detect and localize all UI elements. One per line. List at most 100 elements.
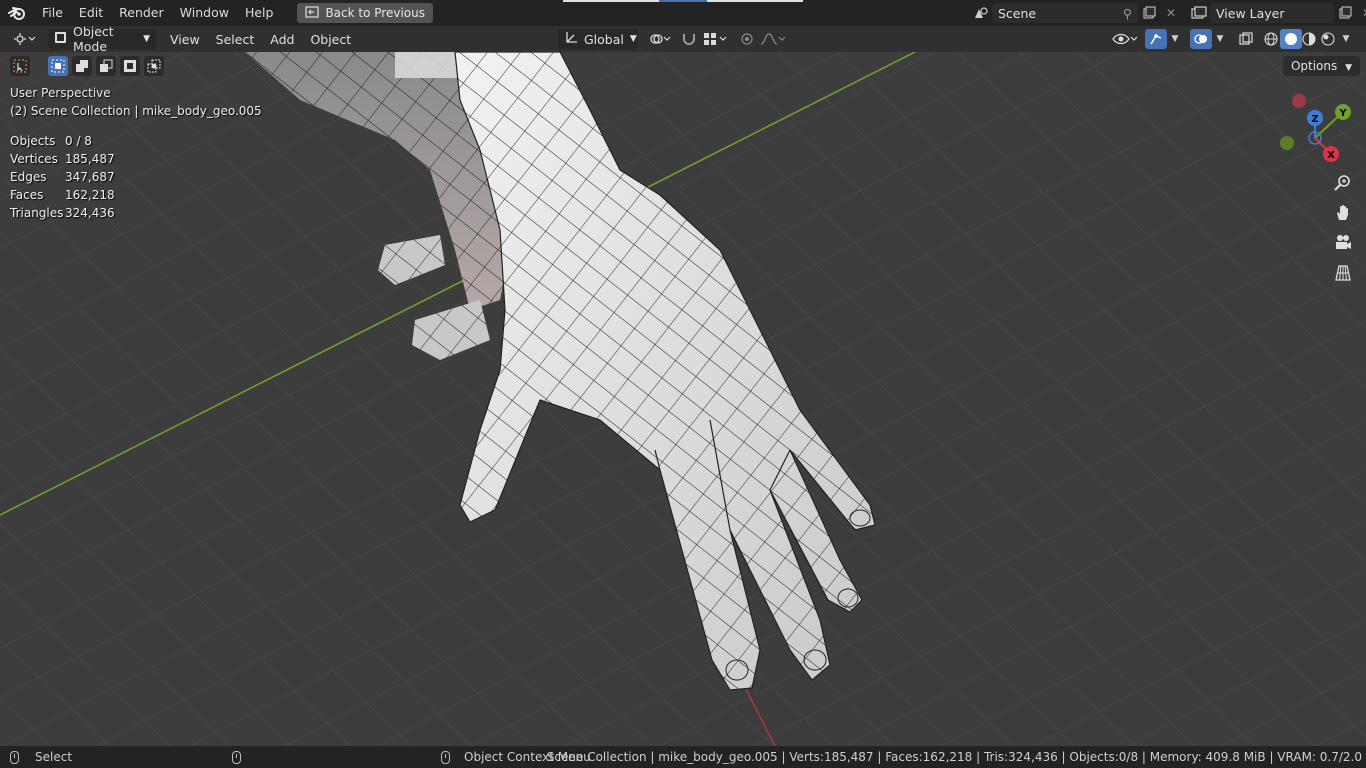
transform-orientation-dropdown[interactable]: Global ▼ — [558, 29, 638, 49]
chevron-down-icon[interactable]: ▼ — [1167, 29, 1183, 49]
stat-row: Vertices 185,487 — [10, 150, 115, 168]
stat-label: Objects — [10, 134, 56, 148]
status-middle-mouse — [232, 750, 242, 764]
stat-value: 347,687 — [65, 170, 115, 184]
snap-toggle-icon[interactable] — [678, 29, 700, 49]
mouse-right-icon — [441, 750, 451, 764]
menu-edit[interactable]: Edit — [71, 0, 111, 26]
perspective-toggle-icon[interactable] — [1330, 260, 1356, 286]
viewport-header: Object Mode ▼ View Select Add Object Glo… — [0, 24, 1366, 54]
status-bar: Select Object Context Menu Scene Collect… — [0, 746, 1366, 768]
neg-x-handle — [1292, 94, 1306, 108]
3d-viewport[interactable]: Options ▼ User Perspective (2) Scene Col… — [0, 52, 1366, 746]
snap-target-icon[interactable] — [700, 29, 730, 49]
rendered-shading-icon[interactable] — [1317, 29, 1339, 49]
scene-selector: Scene ⚲ ✕ View Layer ✕ — [970, 3, 1366, 23]
navigation-gizmo[interactable]: Z Y X — [1276, 90, 1356, 170]
options-label: Options — [1290, 59, 1338, 73]
object-mode-icon — [54, 31, 67, 47]
editor-type-icon[interactable] — [10, 29, 40, 49]
viewport-scene — [0, 52, 1366, 746]
view-layer-icon[interactable] — [1188, 3, 1210, 23]
scene-icon[interactable] — [970, 3, 992, 23]
gizmo-z-label: Z — [1311, 114, 1318, 125]
new-view-layer-icon[interactable] — [1334, 3, 1356, 23]
menu-file[interactable]: File — [34, 0, 71, 26]
stat-label: Edges — [10, 170, 47, 184]
menu-window[interactable]: Window — [172, 0, 237, 26]
select-tool-icon[interactable] — [10, 56, 30, 76]
chevron-down-icon: ▼ — [1345, 63, 1352, 73]
select-tool-row — [10, 56, 164, 76]
menu-render[interactable]: Render — [111, 0, 172, 26]
pivot-point-icon[interactable] — [646, 29, 674, 49]
header-menu-add[interactable]: Add — [262, 32, 302, 47]
scene-name-field[interactable]: Scene ⚲ — [992, 3, 1138, 23]
proportional-edit-icon[interactable] — [736, 29, 758, 49]
select-intersect-icon[interactable] — [144, 56, 164, 76]
camera-view-icon[interactable] — [1330, 230, 1356, 256]
stat-label: Vertices — [10, 152, 58, 166]
menu-help[interactable]: Help — [237, 0, 282, 26]
back-to-previous-button[interactable]: Back to Previous — [297, 3, 433, 23]
top-menu-bar: File Edit Render Window Help Back to Pre… — [0, 0, 1366, 26]
chevron-down-icon[interactable]: ▼ — [1212, 29, 1228, 49]
overlays-toggle-icon[interactable] — [1190, 29, 1212, 49]
mouse-left-icon — [10, 750, 19, 764]
gizmo-toggle-icon[interactable] — [1145, 29, 1167, 49]
back-to-previous-label: Back to Previous — [325, 6, 425, 20]
stat-label: Triangles — [10, 206, 64, 220]
delete-view-layer-icon[interactable]: ✕ — [1356, 3, 1366, 23]
header-menu-view[interactable]: View — [162, 32, 208, 47]
blender-logo-icon[interactable] — [0, 0, 34, 26]
viewport-collection-label: (2) Scene Collection | mike_body_geo.005 — [10, 104, 262, 118]
chevron-down-icon: ▼ — [629, 34, 637, 44]
chevron-down-icon[interactable]: ▼ — [1338, 29, 1354, 49]
scene-statistics: Objects 0 / 8 Vertices 185,487 Edges 347,68… — [10, 132, 115, 222]
stat-label: Faces — [10, 188, 44, 202]
view-layer-name: View Layer — [1216, 5, 1285, 21]
stat-row: Triangles 324,436 — [10, 204, 115, 222]
orientation-icon — [564, 31, 578, 48]
stat-value: 324,436 — [65, 206, 115, 220]
stat-row: Objects 0 / 8 — [10, 132, 115, 150]
scene-name: Scene — [998, 5, 1037, 21]
zoom-icon[interactable] — [1330, 170, 1356, 196]
gizmo-y-label: Y — [1338, 108, 1347, 119]
select-invert-icon[interactable] — [120, 56, 140, 76]
new-scene-icon[interactable] — [1138, 3, 1160, 23]
status-select-label: Select — [35, 750, 73, 764]
stat-value: 0 / 8 — [65, 134, 92, 148]
stat-row: Faces 162,218 — [10, 186, 115, 204]
mode-label: Object Mode — [73, 24, 114, 54]
active-workspace-tab[interactable] — [659, 0, 707, 2]
header-menu-select[interactable]: Select — [208, 32, 263, 47]
mouse-middle-icon — [232, 750, 242, 764]
mode-dropdown[interactable]: Object Mode ▼ — [48, 24, 156, 54]
pan-hand-icon[interactable] — [1330, 200, 1356, 226]
chevron-down-icon: ▼ — [143, 34, 150, 44]
orientation-label: Global — [584, 31, 624, 47]
wireframe-shading-icon[interactable] — [1260, 29, 1282, 49]
stat-value: 162,218 — [65, 188, 115, 202]
header-menu-object[interactable]: Object — [302, 32, 359, 47]
visibility-icon[interactable] — [1110, 29, 1140, 49]
back-icon — [305, 5, 320, 21]
options-dropdown[interactable]: Options ▼ — [1282, 56, 1360, 76]
delete-scene-icon[interactable]: ✕ — [1160, 3, 1182, 23]
neg-y-handle — [1280, 136, 1294, 150]
gizmo-x-label: X — [1327, 150, 1335, 161]
xray-toggle-icon[interactable] — [1235, 29, 1257, 49]
stat-row: Edges 347,687 — [10, 168, 115, 186]
select-extend-icon[interactable] — [72, 56, 92, 76]
select-new-icon[interactable] — [48, 56, 68, 76]
stat-value: 185,487 — [65, 152, 115, 166]
falloff-icon[interactable] — [758, 29, 788, 49]
view-layer-field[interactable]: View Layer — [1210, 3, 1334, 23]
select-subtract-icon[interactable] — [96, 56, 116, 76]
status-info: Scene Collection | mike_body_geo.005 | V… — [546, 750, 1362, 764]
workspace-tabs-strip[interactable] — [563, 0, 803, 2]
status-select: Select — [10, 750, 72, 764]
pin-icon[interactable]: ⚲ — [1123, 6, 1132, 21]
viewport-perspective-label: User Perspective — [10, 86, 111, 100]
